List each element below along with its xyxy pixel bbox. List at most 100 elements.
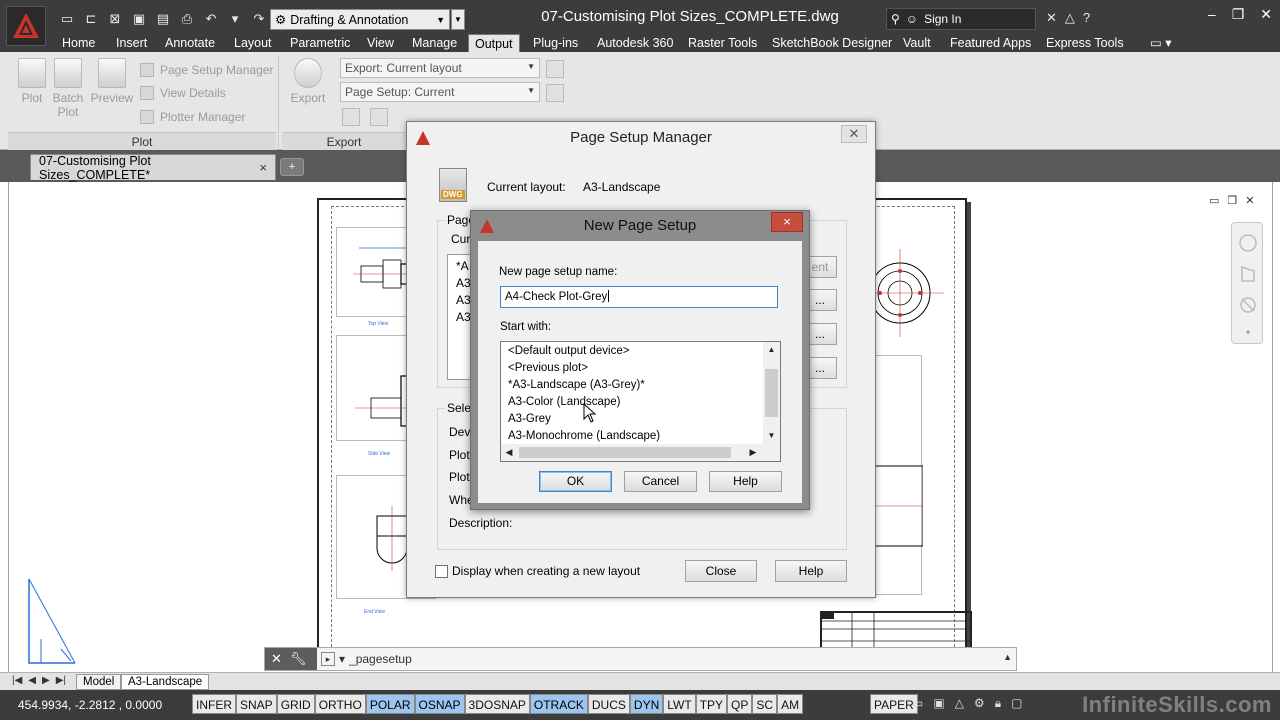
- chevron-up-icon[interactable]: ▲: [763, 342, 780, 357]
- tab-raster-tools[interactable]: Raster Tools: [682, 34, 763, 52]
- toggle-polar[interactable]: POLAR: [365, 694, 415, 714]
- close-icon[interactable]: ✕: [841, 125, 867, 143]
- page-setup-dropdown[interactable]: Page Setup: Current ▼: [340, 82, 540, 102]
- toggle-3dosnap[interactable]: 3DOSNAP: [464, 694, 530, 714]
- quick-view-layouts-icon[interactable]: ▭: [912, 696, 923, 711]
- toggle-ducs[interactable]: DUCS: [587, 694, 630, 714]
- close-button[interactable]: Close: [685, 560, 757, 582]
- plot-panel-label[interactable]: Plot: [8, 132, 276, 150]
- help-button[interactable]: Help: [709, 471, 782, 492]
- close-icon[interactable]: ✕: [271, 651, 282, 667]
- preview-export-icon[interactable]: [342, 108, 360, 126]
- command-line-handle[interactable]: ✕ 🔧︎: [265, 648, 317, 670]
- autodesk-icon[interactable]: △: [1065, 10, 1075, 26]
- paper-model-toggle[interactable]: PAPER: [870, 694, 918, 714]
- close-icon[interactable]: ✕: [1245, 194, 1254, 207]
- list-item[interactable]: *A3-Landscape (A3-Grey)*: [508, 377, 645, 394]
- help-icon[interactable]: ?: [1083, 10, 1090, 26]
- checkbox-box[interactable]: [435, 564, 448, 578]
- file-tab[interactable]: 07-Customising Plot Sizes_COMPLETE* ×: [30, 154, 276, 182]
- coordinates-readout[interactable]: 454.9934, -2.2812 , 0.0000: [18, 698, 162, 712]
- page-setup-manager-button[interactable]: Page Setup Manager: [140, 60, 273, 80]
- minimize-icon[interactable]: –: [1208, 6, 1216, 23]
- toggle-osnap[interactable]: OSNAP: [414, 694, 465, 714]
- application-menu-button[interactable]: [6, 6, 46, 46]
- list-item[interactable]: A3: [456, 276, 471, 290]
- toggle-qp[interactable]: QP: [727, 694, 753, 714]
- lock-icon[interactable]: 🔒︎: [995, 696, 1001, 711]
- new-page-setup-name-input[interactable]: A4-Check Plot-Grey: [500, 286, 778, 308]
- first-tab-icon[interactable]: |◀: [12, 675, 22, 686]
- tab-express-tools[interactable]: Express Tools: [1040, 34, 1130, 52]
- start-with-list[interactable]: <Default output device> <Previous plot> …: [500, 341, 781, 462]
- wrench-icon[interactable]: 🔧︎: [290, 651, 307, 667]
- print-icon[interactable]: ⎙: [176, 9, 198, 29]
- minimize-icon[interactable]: ▭: [1209, 194, 1219, 207]
- exchange-icon[interactable]: ✕: [1046, 10, 1057, 26]
- chevron-right-icon[interactable]: ▶: [745, 444, 761, 461]
- chevron-left-icon[interactable]: ◀: [501, 444, 517, 461]
- tab-autodesk-360[interactable]: Autodesk 360: [591, 34, 679, 52]
- prev-tab-icon[interactable]: ◀: [28, 675, 36, 686]
- chevron-up-icon[interactable]: ▲: [1003, 652, 1012, 662]
- tab-vault[interactable]: Vault: [897, 34, 937, 52]
- list-item[interactable]: <Previous plot>: [508, 360, 588, 377]
- tab-parametric[interactable]: Parametric: [284, 34, 356, 52]
- scrollbar-thumb[interactable]: [765, 369, 778, 417]
- cancel-button[interactable]: Cancel: [624, 471, 697, 492]
- list-item[interactable]: A3-Monochrome (Landscape): [508, 428, 660, 445]
- save-as-icon[interactable]: ▤: [152, 9, 174, 29]
- list-item[interactable]: A3: [456, 293, 471, 307]
- page-setup-options-icon[interactable]: [546, 84, 564, 102]
- tab-manage[interactable]: Manage: [406, 34, 463, 52]
- export-options-icon[interactable]: [546, 60, 564, 78]
- horizontal-scrollbar[interactable]: ◀ ▶: [501, 444, 780, 461]
- tab-sketchbook-designer[interactable]: SketchBook Designer: [766, 34, 898, 52]
- toggle-grid[interactable]: GRID: [276, 694, 315, 714]
- toggle-otrack[interactable]: OTRACK: [529, 694, 588, 714]
- open-file-icon[interactable]: ⊏: [80, 9, 102, 29]
- tab-insert[interactable]: Insert: [110, 34, 153, 52]
- quick-view-drawings-icon[interactable]: ▣: [933, 696, 944, 711]
- export-panel-label[interactable]: Export: [282, 132, 406, 150]
- export-layout-dropdown[interactable]: Export: Current layout ▼: [340, 58, 540, 78]
- batch-plot-button[interactable]: Batch Plot: [46, 58, 90, 119]
- workspace-switch-icon[interactable]: ⚙: [974, 696, 985, 711]
- toggle-ortho[interactable]: ORTHO: [314, 694, 366, 714]
- help-button[interactable]: Help: [775, 560, 847, 582]
- close-icon[interactable]: ×: [771, 212, 803, 232]
- tab-a3-landscape[interactable]: A3-Landscape: [121, 674, 210, 690]
- tab-output[interactable]: Output: [468, 34, 520, 52]
- tab-featured-apps[interactable]: Featured Apps: [944, 34, 1037, 52]
- toggle-am[interactable]: AM: [777, 694, 804, 714]
- toggle-infer[interactable]: INFER: [192, 694, 236, 714]
- toggle-lwt[interactable]: LWT: [663, 694, 696, 714]
- customize-qat-button[interactable]: ▼: [451, 9, 465, 30]
- preview-button[interactable]: Preview: [90, 58, 134, 105]
- list-item[interactable]: A3: [456, 310, 471, 324]
- undo-icon[interactable]: ↶: [200, 9, 222, 29]
- vertical-scrollbar[interactable]: ▲ ▼: [763, 342, 780, 446]
- list-item[interactable]: *A: [456, 259, 469, 273]
- export-button[interactable]: Export: [286, 58, 330, 105]
- ribbon-options-icon[interactable]: ▭ ▾: [1144, 34, 1178, 52]
- save-icon[interactable]: ▣: [128, 9, 150, 29]
- tab-plug-ins[interactable]: Plug-ins: [527, 34, 584, 52]
- command-prompt-dropdown-icon[interactable]: ▾: [339, 652, 345, 666]
- new-file-icon[interactable]: ▭: [56, 9, 78, 29]
- ok-button[interactable]: OK: [539, 471, 612, 492]
- annotation-scale-icon[interactable]: △: [955, 696, 964, 711]
- toggle-snap[interactable]: SNAP: [236, 694, 277, 714]
- tab-annotate[interactable]: Annotate: [159, 34, 221, 52]
- view-details-button[interactable]: View Details: [140, 83, 226, 103]
- close-icon[interactable]: ×: [259, 160, 267, 175]
- new-tab-button[interactable]: +: [280, 158, 304, 176]
- toggle-sc[interactable]: SC: [752, 694, 778, 714]
- tab-layout[interactable]: Layout: [228, 34, 278, 52]
- redo-icon[interactable]: ↷: [248, 9, 270, 29]
- restore-icon[interactable]: ❐: [1227, 194, 1237, 207]
- plotter-manager-button[interactable]: Plotter Manager: [140, 107, 245, 127]
- list-item[interactable]: <Default output device>: [508, 343, 629, 360]
- export-settings-icon[interactable]: [370, 108, 388, 126]
- toggle-tpy[interactable]: TPY: [695, 694, 728, 714]
